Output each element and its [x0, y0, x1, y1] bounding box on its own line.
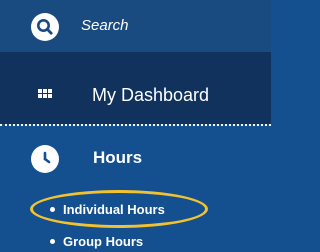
bullet-icon [50, 239, 55, 245]
nav-item-label: Hours [93, 148, 143, 167]
highlight-annotation [30, 190, 208, 228]
nav-item-label: My Dashboard [92, 85, 210, 105]
divider [0, 124, 271, 126]
nav-item-my-dashboard[interactable]: My Dashboard [0, 52, 271, 124]
search-icon [31, 13, 59, 41]
search-bar[interactable]: Search [0, 0, 271, 52]
submenu-item-label: Group Hours [63, 234, 144, 249]
submenu-item-group-hours[interactable]: Group Hours [50, 234, 143, 249]
grid-icon [34, 85, 56, 103]
search-placeholder[interactable]: Search [81, 17, 129, 34]
clock-icon [31, 145, 59, 173]
